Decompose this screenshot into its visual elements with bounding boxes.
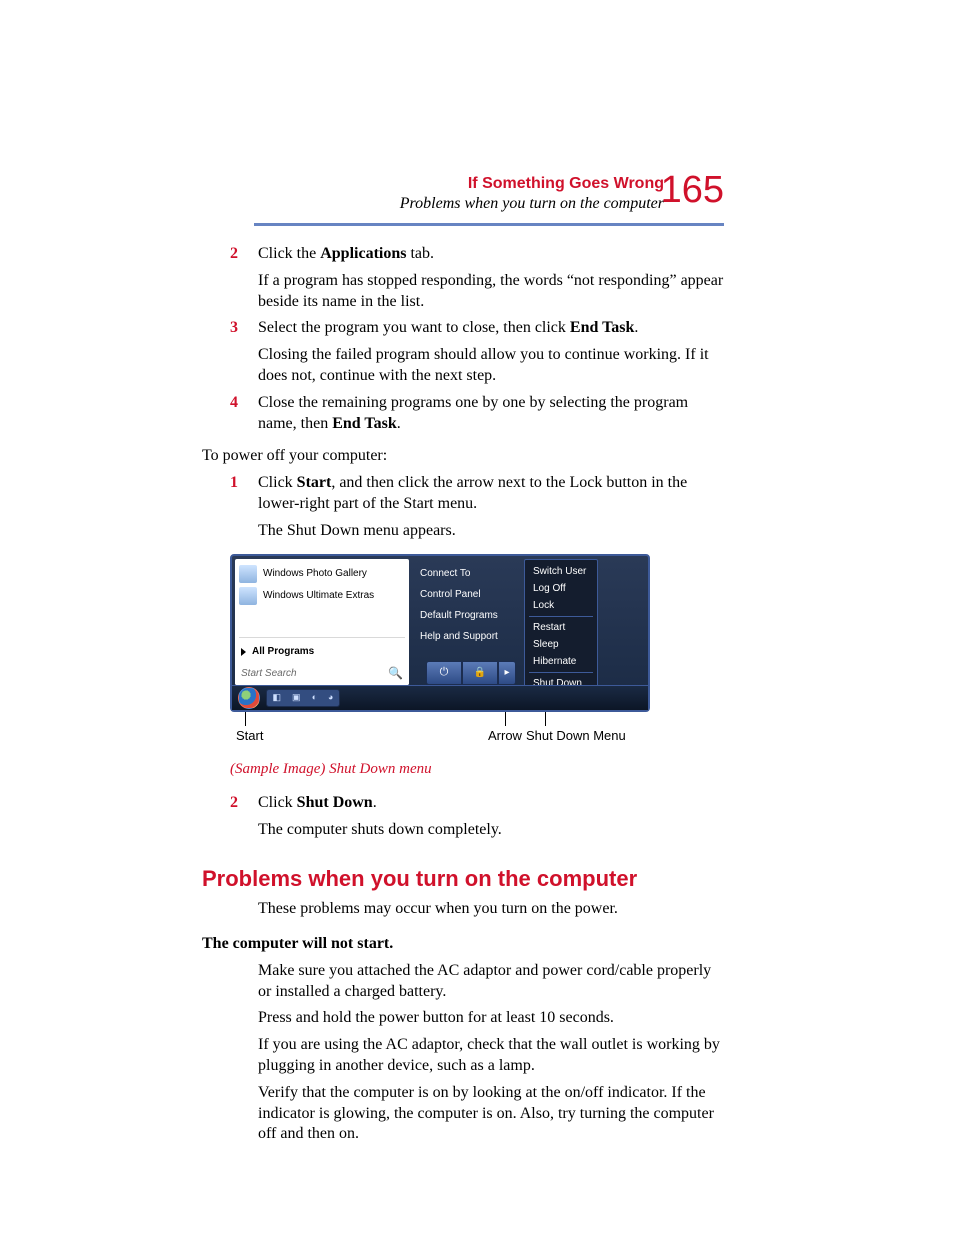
subheading-will-not-start: The computer will not start. — [202, 934, 724, 955]
separator — [239, 637, 405, 638]
start-menu: Windows Photo Gallery Windows Ultimate E… — [230, 554, 650, 712]
text-bold: End Task — [570, 319, 635, 336]
text: Click — [258, 474, 297, 491]
menu-item-photo-gallery[interactable]: Windows Photo Gallery — [239, 563, 405, 585]
shutdown-menu: Switch User Log Off Lock Restart Sleep H… — [524, 559, 598, 696]
step-number: 1 — [230, 473, 258, 515]
annotation-tick — [245, 712, 246, 726]
step-body: Select the program you want to close, th… — [258, 318, 724, 339]
all-programs[interactable]: All Programs — [239, 642, 405, 662]
body-p2: Press and hold the power button for at l… — [258, 1008, 724, 1029]
search-icon: 🔍 — [388, 666, 403, 682]
header-subtitle: Problems when you turn on the computer — [230, 195, 664, 213]
app-icon — [239, 565, 257, 583]
quick-launch-icon[interactable]: ◐ — [312, 692, 317, 704]
poweroff-intro: To power off your computer: — [202, 446, 724, 467]
step-2: 2 Click the Applications tab. — [230, 244, 724, 265]
figure-shutdown-menu: Windows Photo Gallery Windows Ultimate E… — [230, 554, 650, 780]
quick-launch-icon[interactable]: ◧ — [273, 692, 282, 704]
text-bold: Applications — [320, 245, 406, 262]
step-number: 2 — [230, 244, 258, 265]
app-icon — [239, 587, 257, 605]
content: 2 Click the Applications tab. If a progr… — [230, 244, 724, 1145]
quick-launch-icon[interactable]: ◕ — [328, 692, 333, 704]
text: . — [373, 794, 377, 811]
text: . — [634, 319, 638, 336]
menu-item-restart[interactable]: Restart — [525, 619, 597, 636]
label: Windows Ultimate Extras — [263, 589, 374, 602]
menu-item-lock[interactable]: Lock — [525, 597, 597, 614]
page-header: 165 If Something Goes Wrong Problems whe… — [230, 175, 724, 226]
body-p3: If you are using the AC adaptor, check t… — [258, 1035, 724, 1077]
text: Close the remaining programs one by one … — [258, 394, 688, 432]
menu-item-switch-user[interactable]: Switch User — [525, 563, 597, 580]
menu-item-sleep[interactable]: Sleep — [525, 636, 597, 653]
body-p4: Verify that the computer is on by lookin… — [258, 1083, 724, 1145]
taskbar: ◧ ▣ ◐ ◕ — [232, 685, 648, 710]
start-menu-right-pane: Connect To Control Panel Default Program… — [414, 559, 522, 665]
text: Click — [258, 794, 297, 811]
text: Click the — [258, 245, 320, 262]
search-box[interactable]: Start Search 🔍 — [235, 663, 409, 685]
step-body: Click the Applications tab. — [258, 244, 724, 265]
menu-item-log-off[interactable]: Log Off — [525, 580, 597, 597]
search-placeholder: Start Search — [241, 667, 297, 680]
menu-item-hibernate[interactable]: Hibernate — [525, 653, 597, 670]
annotation-arrow: Arrow — [488, 728, 522, 745]
text: tab. — [406, 245, 434, 262]
annotation-tick — [545, 712, 546, 726]
step-b1-para: The Shut Down menu appears. — [258, 521, 724, 542]
header-rule — [254, 223, 724, 226]
step-number: 2 — [230, 793, 258, 814]
menu-item-ultimate-extras[interactable]: Windows Ultimate Extras — [239, 585, 405, 607]
step-c2-para: The computer shuts down completely. — [258, 820, 724, 841]
step-3: 3 Select the program you want to close, … — [230, 318, 724, 339]
page-number: 165 — [661, 169, 724, 212]
step-c2: 2 Click Shut Down. — [230, 793, 724, 814]
step-3-para: Closing the failed program should allow … — [258, 345, 724, 387]
separator — [529, 616, 593, 617]
text-bold: Shut Down — [297, 794, 373, 811]
step-4: 4 Close the remaining programs one by on… — [230, 393, 724, 435]
text-bold: End Task — [332, 415, 397, 432]
step-body: Close the remaining programs one by one … — [258, 393, 724, 435]
annotation-shutdown-menu: Shut Down Menu — [526, 728, 626, 745]
figure-annotations: Start Arrow Shut Down Menu — [230, 712, 650, 756]
step-number: 4 — [230, 393, 258, 435]
label: All Programs — [252, 645, 314, 658]
triangle-icon — [241, 648, 246, 656]
menu-item-help-support[interactable]: Help and Support — [414, 626, 522, 647]
menu-item-control-panel[interactable]: Control Panel — [414, 584, 522, 605]
step-b1: 1 Click Start, and then click the arrow … — [230, 473, 724, 515]
heading-problems: Problems when you turn on the computer — [202, 865, 724, 894]
shutdown-arrow-button[interactable]: ▸ — [498, 661, 516, 685]
menu-item-default-programs[interactable]: Default Programs — [414, 605, 522, 626]
power-button-group: ⏻ 🔒 ▸ — [426, 661, 516, 685]
step-number: 3 — [230, 318, 258, 339]
figure-caption: (Sample Image) Shut Down menu — [230, 760, 650, 780]
label: Windows Photo Gallery — [263, 567, 367, 580]
step-body: Click Start, and then click the arrow ne… — [258, 473, 724, 515]
text: Select the program you want to close, th… — [258, 319, 570, 336]
page: 165 If Something Goes Wrong Problems whe… — [0, 0, 954, 1235]
annotation-start: Start — [236, 728, 263, 745]
body-p1: Make sure you attached the AC adaptor an… — [258, 961, 724, 1003]
chapter-title: If Something Goes Wrong — [230, 175, 664, 193]
start-orb-icon[interactable] — [238, 687, 260, 709]
quick-launch-icon[interactable]: ▣ — [292, 692, 301, 704]
text-bold: Start — [297, 474, 332, 491]
quick-launch[interactable]: ◧ ▣ ◐ ◕ — [266, 689, 340, 707]
heading-para: These problems may occur when you turn o… — [258, 899, 724, 920]
annotation-tick — [505, 712, 506, 726]
lock-button[interactable]: 🔒 — [462, 661, 498, 685]
separator — [529, 672, 593, 673]
power-button[interactable]: ⏻ — [426, 661, 462, 685]
text: . — [397, 415, 401, 432]
step-2-para: If a program has stopped responding, the… — [258, 271, 724, 313]
step-body: Click Shut Down. — [258, 793, 724, 814]
menu-item-connect-to[interactable]: Connect To — [414, 563, 522, 584]
